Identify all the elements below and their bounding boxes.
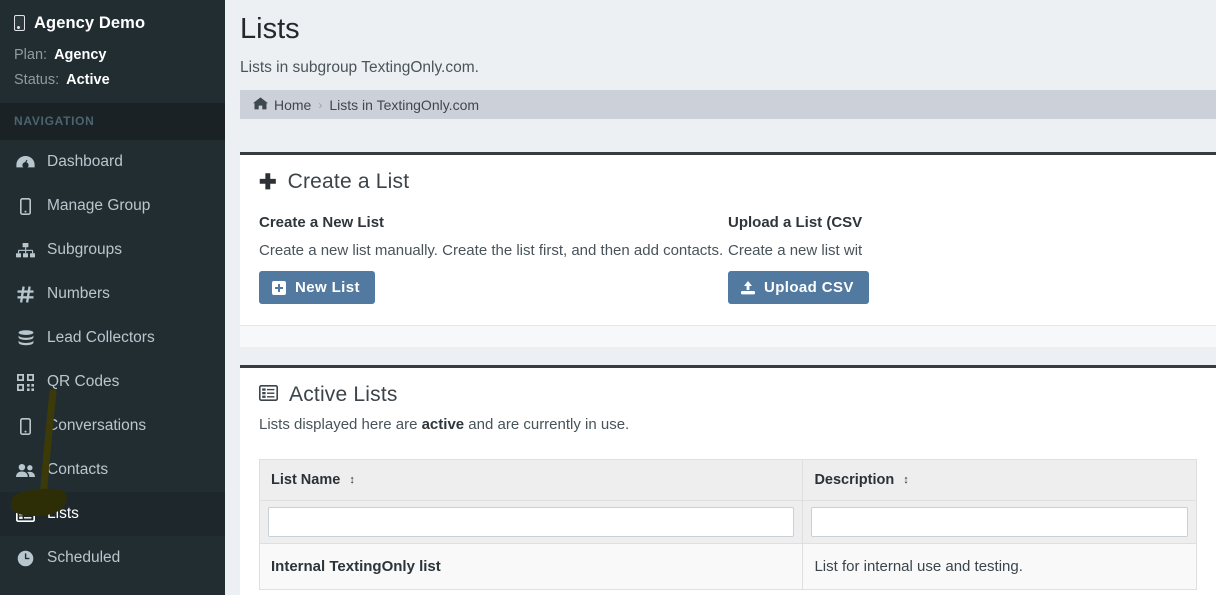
upload-csv-button-label: Upload CSV (764, 279, 854, 296)
upload-list-description: Create a new list wit (728, 242, 863, 259)
sidebar-brand[interactable]: Agency Demo Plan: Agency Status: Active (0, 0, 225, 103)
sidebar-item-label: Subgroups (47, 241, 122, 259)
active-lists-header: Active Lists (240, 368, 1216, 407)
sidebar-item-dashboard[interactable]: Dashboard (0, 140, 225, 184)
navigation-header: NAVIGATION (0, 103, 225, 140)
upload-list-title: Upload a List (CSV (728, 214, 863, 231)
table-row[interactable]: Internal TextingOnly list List for intern… (258, 543, 1197, 590)
table-filter-row (258, 500, 1197, 544)
subtitle-pre: Lists displayed here are (259, 416, 422, 433)
upload-list-column: Upload a List (CSV Create a new list wit… (728, 214, 1197, 304)
lists-table: List Name ↕ Description ↕ Internal Texti… (258, 459, 1197, 590)
upload-icon (741, 280, 755, 295)
filter-cell-description (802, 500, 1197, 544)
filter-input-list-name[interactable] (268, 507, 795, 537)
users-icon (16, 461, 35, 480)
sidebar-item-label: Conversations (47, 417, 147, 435)
mobile-phone-icon (16, 417, 35, 436)
plan-label: Plan: (14, 47, 48, 63)
sitemap-icon (16, 241, 35, 260)
active-lists-panel: Active Lists Lists displayed here are ac… (240, 365, 1216, 595)
sidebar-item-subgroups[interactable]: Subgroups (0, 228, 225, 272)
status-label: Status: (14, 72, 60, 88)
column-header-list-name[interactable]: List Name ↕ (258, 459, 804, 501)
plus-square-icon (272, 280, 286, 295)
column-header-description[interactable]: Description ↕ (802, 459, 1197, 501)
subtitle-post: and are currently in use. (464, 416, 630, 433)
column-label: Description (814, 472, 895, 488)
sidebar-item-label: Lead Collectors (47, 329, 155, 347)
subtitle-bold: active (421, 416, 465, 433)
database-icon (16, 329, 35, 348)
create-panel-footer (240, 325, 1216, 347)
sidebar-item-label: Contacts (47, 461, 109, 479)
new-list-button-label: New List (295, 279, 360, 296)
list-alt-icon (259, 384, 278, 406)
sidebar-item-label: Scheduled (47, 549, 121, 567)
filter-cell-list-name (258, 500, 804, 544)
tachometer-icon (16, 153, 35, 172)
list-alt-icon (16, 505, 35, 524)
sidebar-item-label: QR Codes (47, 373, 120, 391)
sidebar-item-label: Numbers (47, 285, 110, 303)
sort-icon[interactable]: ↕ (349, 474, 355, 486)
plan-value: Agency (54, 47, 107, 63)
column-label: List Name (271, 472, 341, 488)
new-list-button[interactable]: New List (259, 271, 375, 304)
sidebar-item-numbers[interactable]: Numbers (0, 272, 225, 316)
mobile-phone-icon (16, 197, 35, 216)
sidebar-item-conversations[interactable]: Conversations (0, 404, 225, 448)
qrcode-icon (16, 373, 35, 392)
sidebar-item-lists[interactable]: Lists (0, 492, 225, 536)
create-list-panel: ✚ Create a List Create a New List Create… (240, 152, 1216, 347)
create-new-list-description: Create a new list manually. Create the l… (259, 242, 724, 259)
plan-row: Plan: Agency (14, 47, 225, 63)
filter-input-description[interactable] (811, 507, 1188, 537)
plus-icon: ✚ (259, 170, 277, 194)
create-panel-header: ✚ Create a List (240, 155, 1216, 194)
content-header: Lists Lists in subgroup TextingOnly.com. (225, 0, 1216, 77)
sidebar: Agency Demo Plan: Agency Status: Active … (0, 0, 225, 595)
create-panel-title: Create a List (287, 170, 410, 193)
breadcrumb-home-link[interactable]: Home (253, 97, 311, 113)
breadcrumb: Home › Lists in TextingOnly.com (240, 90, 1216, 119)
sidebar-nav: Dashboard Manage Group Subgroups Numbers Lea… (0, 140, 225, 580)
mobile-phone-icon (14, 15, 25, 31)
table-header-row: List Name ↕ Description ↕ (258, 459, 1197, 501)
brand-title: Agency Demo (34, 13, 146, 32)
create-new-list-title: Create a New List (259, 214, 385, 231)
create-new-list-column: Create a New List Create a new list manu… (259, 214, 728, 304)
status-row: Status: Active (14, 72, 225, 88)
main-content: Lists Lists in subgroup TextingOnly.com.… (225, 0, 1216, 595)
hashtag-icon (16, 285, 35, 304)
page-subtitle: Lists in subgroup TextingOnly.com. (240, 58, 479, 76)
chevron-right-icon: › (318, 97, 323, 112)
upload-csv-button[interactable]: Upload CSV (728, 271, 869, 304)
active-lists-title: Active Lists (289, 383, 398, 406)
sort-icon[interactable]: ↕ (903, 474, 909, 486)
page-title: Lists (240, 13, 300, 45)
breadcrumb-home-label: Home (274, 96, 312, 113)
clock-icon (16, 549, 35, 568)
status-value: Active (66, 72, 110, 88)
cell-list-name: Internal TextingOnly list (258, 543, 804, 590)
sidebar-item-scheduled[interactable]: Scheduled (0, 536, 225, 580)
sidebar-item-lead-collectors[interactable]: Lead Collectors (0, 316, 225, 360)
cell-description: List for internal use and testing. (802, 543, 1197, 590)
sidebar-item-qr-codes[interactable]: QR Codes (0, 360, 225, 404)
home-icon (253, 96, 268, 113)
sidebar-item-manage-group[interactable]: Manage Group (0, 184, 225, 228)
breadcrumb-current: Lists in TextingOnly.com (329, 96, 480, 113)
active-lists-subtitle: Lists displayed here are active and are … (259, 416, 1197, 433)
sidebar-item-contacts[interactable]: Contacts (0, 448, 225, 492)
sidebar-item-label: Dashboard (47, 153, 123, 171)
sidebar-item-label: Lists (47, 505, 79, 523)
sidebar-item-label: Manage Group (47, 197, 151, 215)
